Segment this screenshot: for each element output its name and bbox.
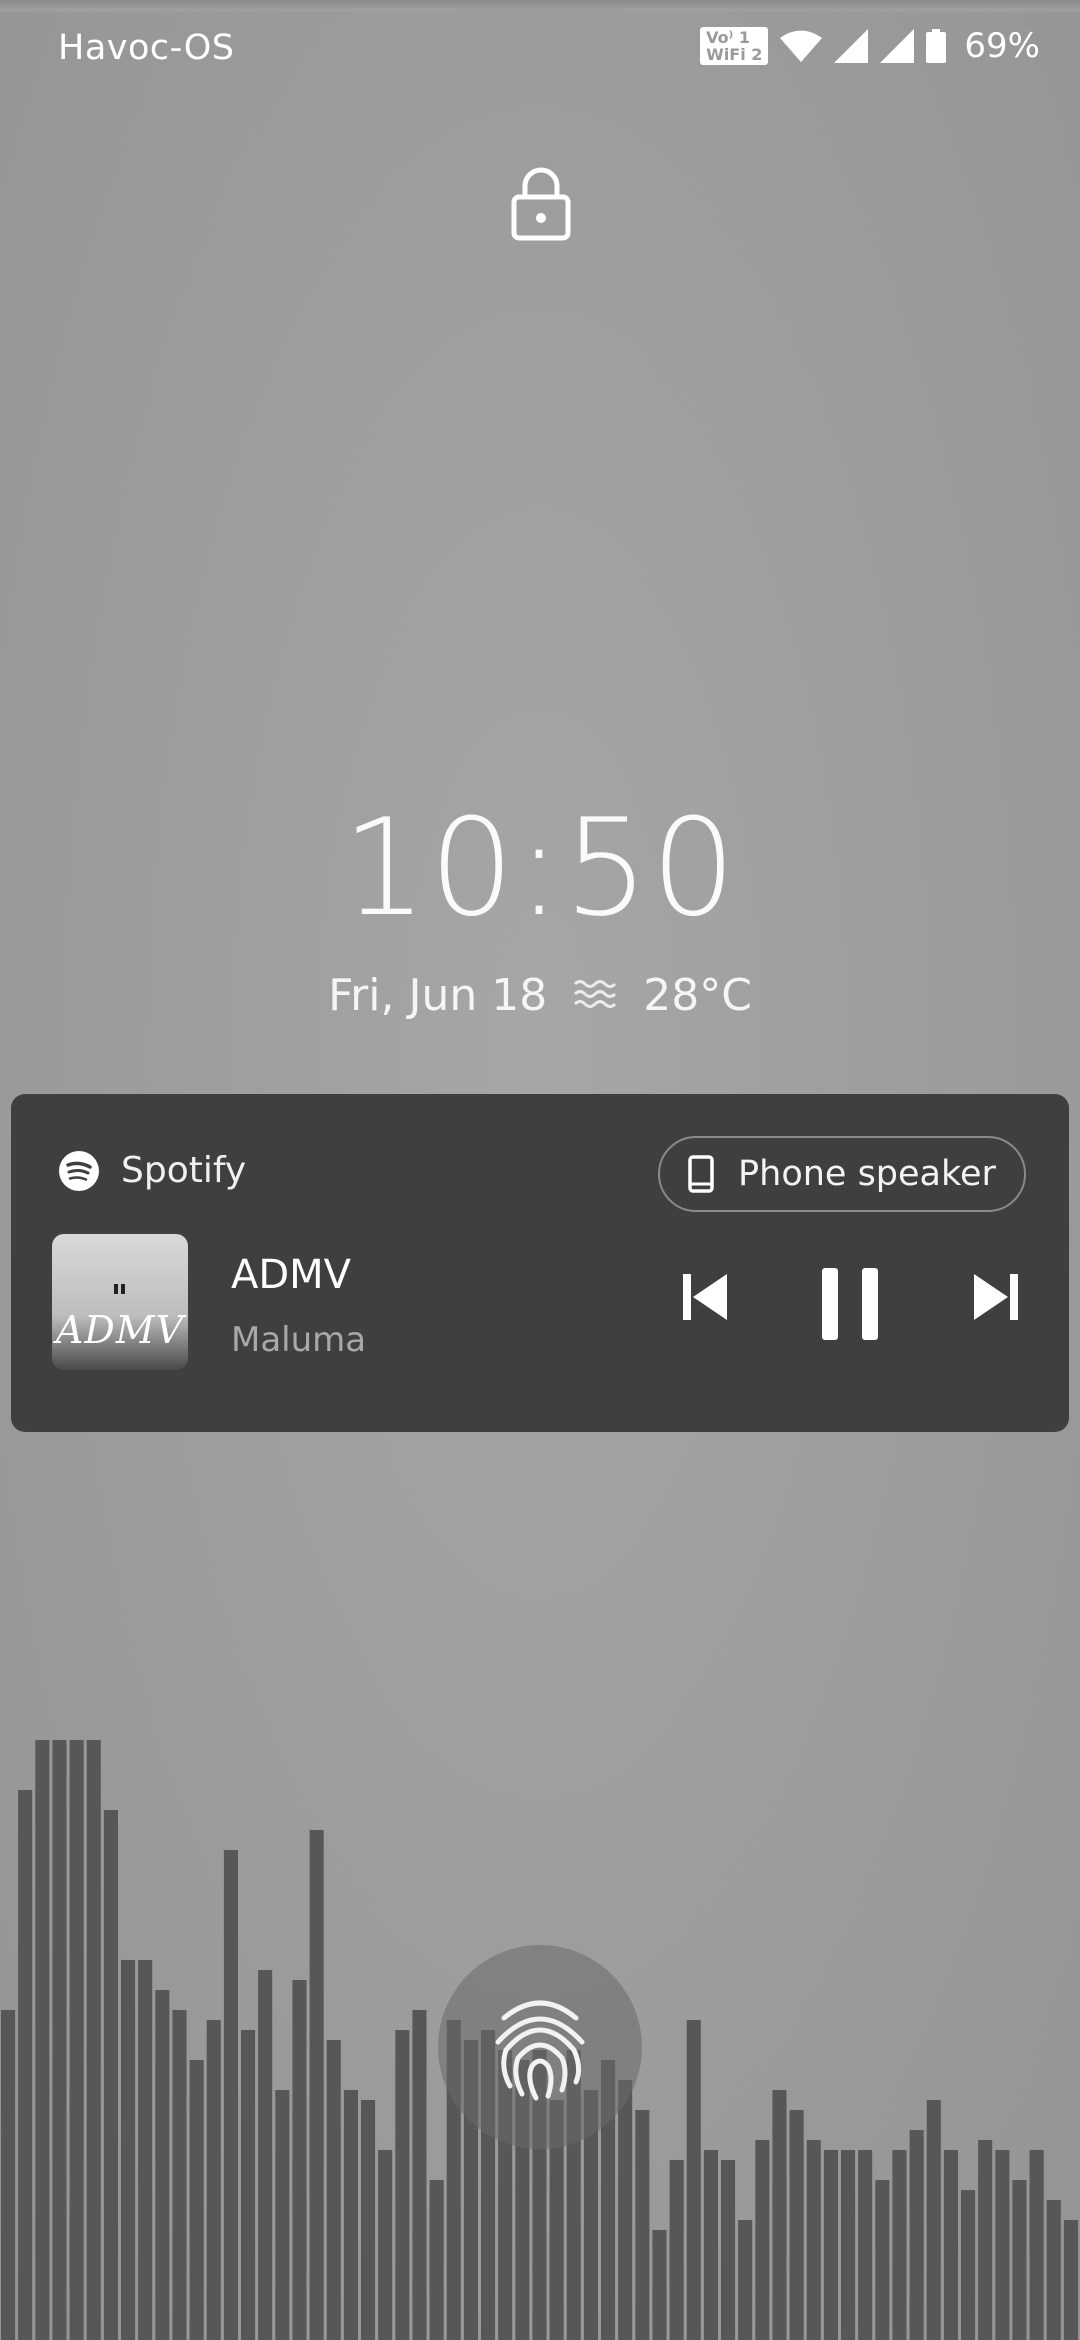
visualizer-bar xyxy=(258,1970,273,2340)
visualizer-bar xyxy=(995,2150,1010,2340)
visualizer-bar xyxy=(618,2080,633,2340)
track-artist: Maluma xyxy=(231,1320,367,1360)
visualizer-bar xyxy=(326,2040,341,2340)
visualizer-bar xyxy=(961,2190,976,2340)
date-label: Fri, Jun 18 xyxy=(328,970,548,1021)
visualizer-bar xyxy=(241,2030,256,2340)
visualizer-bar xyxy=(18,1790,33,2340)
visualizer-bar xyxy=(909,2130,924,2340)
vowifi-bottom-label: WiFi 2 xyxy=(706,45,763,64)
status-bar: Havoc-OS Vo⁾ 1 WiFi 2 69% xyxy=(0,0,1080,100)
visualizer-bar xyxy=(1012,2180,1027,2340)
visualizer-bar xyxy=(943,2150,958,2340)
fingerprint-icon xyxy=(495,2000,585,2101)
signal-icon xyxy=(834,29,869,63)
battery-icon xyxy=(926,29,947,63)
visualizer-bar xyxy=(189,2060,204,2340)
visualizer-bar xyxy=(292,1980,307,2340)
track-title: ADMV xyxy=(231,1252,352,1298)
output-device-label: Phone speaker xyxy=(738,1154,996,1194)
phone-icon xyxy=(688,1155,714,1193)
visualizer-bar xyxy=(223,1850,238,2340)
album-art: ADMV xyxy=(52,1234,188,1370)
signal-icon xyxy=(880,29,915,63)
visualizer-bar xyxy=(703,2150,718,2340)
visualizer-bar xyxy=(103,1810,118,2340)
visualizer-bar xyxy=(978,2140,993,2340)
visualizer-bar xyxy=(52,1740,67,2340)
visualizer-bar xyxy=(875,2180,890,2340)
pause-button[interactable] xyxy=(822,1268,878,1340)
visualizer-bar xyxy=(378,2150,393,2340)
visualizer-bar xyxy=(892,2150,907,2340)
visualizer-bar xyxy=(1,2010,16,2340)
visualizer-bar xyxy=(1046,2200,1061,2340)
lock-icon xyxy=(511,167,571,241)
visualizer-bar xyxy=(138,1960,153,2340)
visualizer-bar xyxy=(429,2180,444,2340)
visualizer-bar xyxy=(772,2090,787,2340)
visualizer-bar xyxy=(395,2030,410,2340)
visualizer-bar xyxy=(858,2150,873,2340)
visualizer-bar xyxy=(823,2150,838,2340)
visualizer-bar xyxy=(635,2110,650,2340)
visualizer-bar xyxy=(1063,2220,1078,2340)
carrier-label: Havoc-OS xyxy=(58,28,235,68)
visualizer-bar xyxy=(789,2110,804,2340)
visualizer-bar xyxy=(206,2020,221,2340)
visualizer-bar xyxy=(926,2100,941,2340)
visualizer-bar xyxy=(309,1830,324,2340)
visualizer-bar xyxy=(806,2140,821,2340)
media-app-name: Spotify xyxy=(121,1150,247,1191)
wifi-icon xyxy=(780,30,823,62)
visualizer-bar xyxy=(652,2230,667,2340)
visualizer-bar xyxy=(738,2220,753,2340)
visualizer-bar xyxy=(275,2090,290,2340)
temperature-label: 28°C xyxy=(643,970,752,1021)
vowifi-icon: Vo⁾ 1 WiFi 2 xyxy=(700,27,769,65)
status-icons: Vo⁾ 1 WiFi 2 69% xyxy=(700,26,1040,66)
media-app-header: Spotify xyxy=(59,1150,246,1191)
visualizer-bar xyxy=(155,1990,170,2340)
visualizer-bar xyxy=(361,2100,376,2340)
visualizer-bar xyxy=(172,2010,187,2340)
lockscreen-clock: 10:50 xyxy=(341,790,739,946)
battery-percent: 69% xyxy=(964,26,1040,66)
next-icon xyxy=(974,1274,1018,1320)
visualizer-bar xyxy=(343,2090,358,2340)
visualizer-bar xyxy=(841,2150,856,2340)
previous-button[interactable] xyxy=(683,1274,727,1320)
album-art-title: ADMV xyxy=(55,1308,185,1352)
next-button[interactable] xyxy=(974,1274,1018,1320)
visualizer-bar xyxy=(86,1740,101,2340)
visualizer-bar xyxy=(755,2140,770,2340)
output-device-chip[interactable]: Phone speaker xyxy=(658,1136,1026,1212)
visualizer-bar xyxy=(121,1960,136,2340)
vowifi-top-label: Vo⁾ 1 xyxy=(706,28,750,47)
visualizer-bar xyxy=(1029,2150,1044,2340)
previous-icon xyxy=(683,1274,727,1320)
visualizer-bar xyxy=(412,2010,427,2340)
spotify-icon xyxy=(59,1150,99,1191)
visualizer-bar xyxy=(686,2020,701,2340)
visualizer-bar xyxy=(669,2160,684,2340)
visualizer-bar xyxy=(721,2160,736,2340)
visualizer-bar xyxy=(69,1740,84,2340)
date-weather-row[interactable]: Fri, Jun 18 28°C xyxy=(0,970,1080,1021)
haze-icon xyxy=(574,979,617,1008)
pause-icon xyxy=(822,1268,878,1340)
media-player-card[interactable]: Spotify Phone speaker ADMV ADMV Maluma xyxy=(11,1094,1069,1432)
visualizer-bar xyxy=(35,1740,50,2340)
fingerprint-sensor[interactable] xyxy=(438,1945,642,2149)
